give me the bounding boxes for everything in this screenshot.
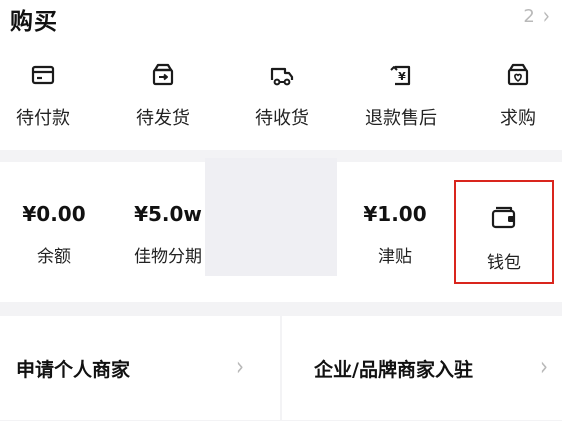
purchase-card: 购买 2 › 待付款 待发货 待收货 ¥ 退款售后 求购 bbox=[0, 0, 562, 150]
asset-installment-value: ¥5.0w bbox=[134, 202, 202, 226]
package-icon bbox=[152, 63, 174, 86]
assets-card: ¥0.00 余额 ¥5.0w 佳物分期 ¥1.00 津贴 钱包 bbox=[0, 158, 562, 302]
enterprise-merchant-entry[interactable]: 企业/品牌商家入驻 › bbox=[282, 316, 562, 420]
order-pending-receipt[interactable]: 待收货 bbox=[227, 62, 337, 130]
purchase-more-link[interactable]: 2 › bbox=[523, 2, 550, 31]
asset-balance[interactable]: ¥0.00 余额 bbox=[4, 202, 104, 267]
order-pending-payment-label: 待付款 bbox=[16, 108, 70, 129]
redacted-area bbox=[205, 158, 337, 276]
order-refund[interactable]: ¥ 退款售后 bbox=[346, 62, 456, 130]
order-wanted-label: 求购 bbox=[500, 108, 536, 129]
asset-allowance-value: ¥1.00 bbox=[363, 202, 427, 226]
chevron-right-icon: › bbox=[542, 2, 550, 31]
order-pending-shipment-label: 待发货 bbox=[136, 108, 190, 129]
purchase-title: 购买 bbox=[10, 9, 58, 35]
wallet-button[interactable]: 钱包 bbox=[454, 204, 554, 273]
card-icon bbox=[31, 65, 55, 85]
order-refund-label: 退款售后 bbox=[365, 108, 437, 129]
apply-personal-merchant-label: 申请个人商家 bbox=[16, 358, 131, 381]
order-wanted[interactable]: 求购 bbox=[463, 62, 562, 130]
asset-installment-label: 佳物分期 bbox=[134, 247, 202, 267]
asset-allowance[interactable]: ¥1.00 津贴 bbox=[345, 202, 445, 267]
apply-personal-merchant[interactable]: 申请个人商家 › bbox=[0, 316, 280, 420]
enterprise-merchant-label: 企业/品牌商家入驻 bbox=[314, 358, 473, 381]
asset-balance-value: ¥0.00 bbox=[22, 202, 86, 226]
svg-text:¥: ¥ bbox=[398, 70, 406, 83]
wallet-icon bbox=[491, 206, 516, 229]
order-pending-receipt-label: 待收货 bbox=[255, 108, 309, 129]
truck-icon bbox=[270, 67, 294, 86]
wallet-label: 钱包 bbox=[487, 253, 521, 273]
asset-allowance-label: 津贴 bbox=[378, 247, 412, 267]
asset-installment[interactable]: ¥5.0w 佳物分期 bbox=[118, 202, 218, 267]
asset-balance-label: 余额 bbox=[37, 247, 71, 267]
order-pending-shipment[interactable]: 待发货 bbox=[108, 62, 218, 130]
heart-box-icon bbox=[507, 63, 529, 86]
order-pending-payment[interactable]: 待付款 bbox=[0, 62, 98, 130]
chevron-right-icon: › bbox=[236, 350, 244, 382]
refund-icon: ¥ bbox=[390, 65, 411, 86]
purchase-more-count: 2 bbox=[523, 6, 535, 27]
chevron-right-icon: › bbox=[540, 350, 548, 382]
